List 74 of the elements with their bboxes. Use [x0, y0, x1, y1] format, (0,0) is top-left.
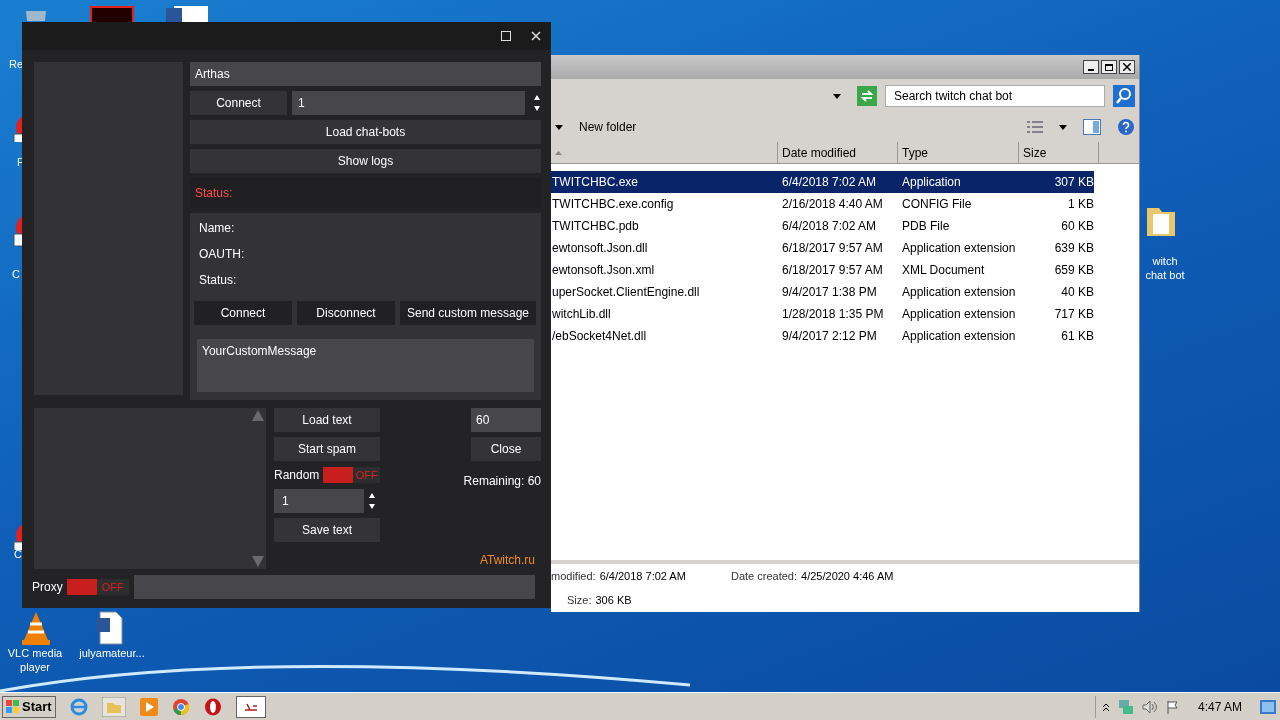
preview-pane-icon[interactable]: [1083, 119, 1101, 135]
desktop-icon-label: C: [12, 268, 20, 282]
clock-time[interactable]: 4:47 AM: [1187, 697, 1252, 716]
dropdown-caret-icon[interactable]: [1059, 124, 1067, 130]
show-desktop-icon[interactable]: [1260, 699, 1276, 714]
desktop-icon-label: C: [14, 548, 22, 562]
detail-label: Date created:: [731, 569, 798, 584]
document-icon[interactable]: [166, 6, 210, 22]
site-link[interactable]: ATwitch.ru: [479, 551, 535, 569]
file-row[interactable]: uperSocket.ClientEngine.dll 9/4/2017 1:38 PM Application extension 40 KB: [551, 281, 1094, 303]
detail-label: Size:: [567, 593, 592, 608]
desktop-icon-label: julyamateur...: [78, 647, 146, 661]
message-field[interactable]: YourCustomMessage: [197, 339, 534, 392]
detail-label: modified:: [551, 569, 596, 584]
file-row[interactable]: ewtonsoft.Json.dll 6/18/2017 9:57 AM Application extension 639 KB: [551, 237, 1094, 259]
file-row[interactable]: TWITCHBC.exe.config 2/16/2018 4:40 AM CONFIG File 1 KB: [551, 193, 1094, 215]
info-label: Name:: [199, 221, 236, 235]
limit-field[interactable]: 60: [471, 408, 541, 432]
desktop-icon-label: witch chat bot: [1144, 255, 1186, 283]
toggle-label: Random: [274, 467, 320, 484]
detail-value: 6/4/2018 7:02 AM: [599, 569, 686, 584]
refresh-icon[interactable]: [857, 86, 877, 106]
app-button[interactable]: Start spam: [274, 437, 380, 461]
app-button[interactable]: Send custom message: [400, 301, 536, 325]
close-button[interactable]: Close: [471, 437, 541, 461]
detail-value: 306 KB: [595, 593, 632, 608]
file-row[interactable]: TWITCHBC.exe 6/4/2018 7:02 AM Application 307 KB: [551, 171, 1094, 193]
windows-logo-icon: [6, 699, 20, 714]
flag-icon[interactable]: [1165, 699, 1180, 714]
app-button[interactable]: Connect: [190, 91, 287, 115]
close-icon[interactable]: [1119, 60, 1135, 74]
app-button[interactable]: Show logs: [190, 149, 541, 173]
number-field[interactable]: 1: [292, 91, 525, 115]
chrome-icon[interactable]: [171, 697, 190, 716]
desktop-icon-label: VLC media player: [6, 647, 64, 675]
start-button[interactable]: Start: [2, 695, 56, 718]
new-folder-button[interactable]: New folder: [579, 118, 637, 136]
desktop-icon-label: Re: [9, 58, 24, 72]
active-app-taskbar-button[interactable]: [235, 695, 266, 718]
search-icon[interactable]: [1113, 85, 1135, 107]
help-icon[interactable]: [1117, 118, 1135, 136]
info-label: Status:: [199, 273, 238, 287]
file-row[interactable]: /ebSocket4Net.dll 9/4/2017 2:12 PM Application extension 61 KB: [551, 325, 1094, 347]
minimize-icon[interactable]: [1083, 60, 1099, 74]
detail-value: 4/25/2020 4:46 AM: [801, 569, 894, 584]
speaker-icon[interactable]: [1141, 699, 1158, 714]
app-button[interactable]: Load text: [274, 408, 380, 432]
app-icon: [242, 701, 259, 712]
dropdown-caret-icon[interactable]: [833, 93, 841, 99]
spinner-arrows-icon[interactable]: [533, 94, 541, 112]
opera-icon[interactable]: [203, 697, 222, 716]
name-field[interactable]: Arthas: [190, 62, 541, 86]
remaining-counter: Remaining: 60: [463, 473, 541, 490]
info-label: OAUTH:: [199, 247, 246, 261]
status-label: Status:: [195, 185, 233, 202]
maximize-icon[interactable]: [1101, 60, 1117, 74]
column-header[interactable]: Date modified: [778, 142, 898, 163]
spinner-arrows-icon[interactable]: [368, 492, 376, 510]
search-field[interactable]: Search twitch chat bot: [885, 85, 1105, 107]
file-row[interactable]: TWITCHBC.pdb 6/4/2018 7:02 AM PDB File 60 KB: [551, 215, 1094, 237]
file-row[interactable]: witchLib.dll 1/28/2018 1:35 PM Application extension 717 KB: [551, 303, 1094, 325]
app-button[interactable]: Save text: [274, 518, 380, 542]
dropdown-caret-icon[interactable]: [555, 124, 563, 130]
app-button[interactable]: Disconnect: [297, 301, 395, 325]
app-button[interactable]: Connect: [194, 301, 292, 325]
column-header[interactable]: Size: [1019, 142, 1099, 163]
view-list-icon[interactable]: [1027, 121, 1043, 133]
toggle-label: Proxy: [32, 579, 63, 596]
chevron-up-icon[interactable]: [1101, 701, 1110, 712]
app-button[interactable]: Load chat-bots: [190, 120, 541, 144]
number-field[interactable]: 1: [274, 489, 364, 513]
file-row[interactable]: ewtonsoft.Json.xml 6/18/2017 9:57 AM XML Document 659 KB: [551, 259, 1094, 281]
column-header[interactable]: Type: [898, 142, 1019, 163]
proxy-field[interactable]: [133, 575, 535, 599]
